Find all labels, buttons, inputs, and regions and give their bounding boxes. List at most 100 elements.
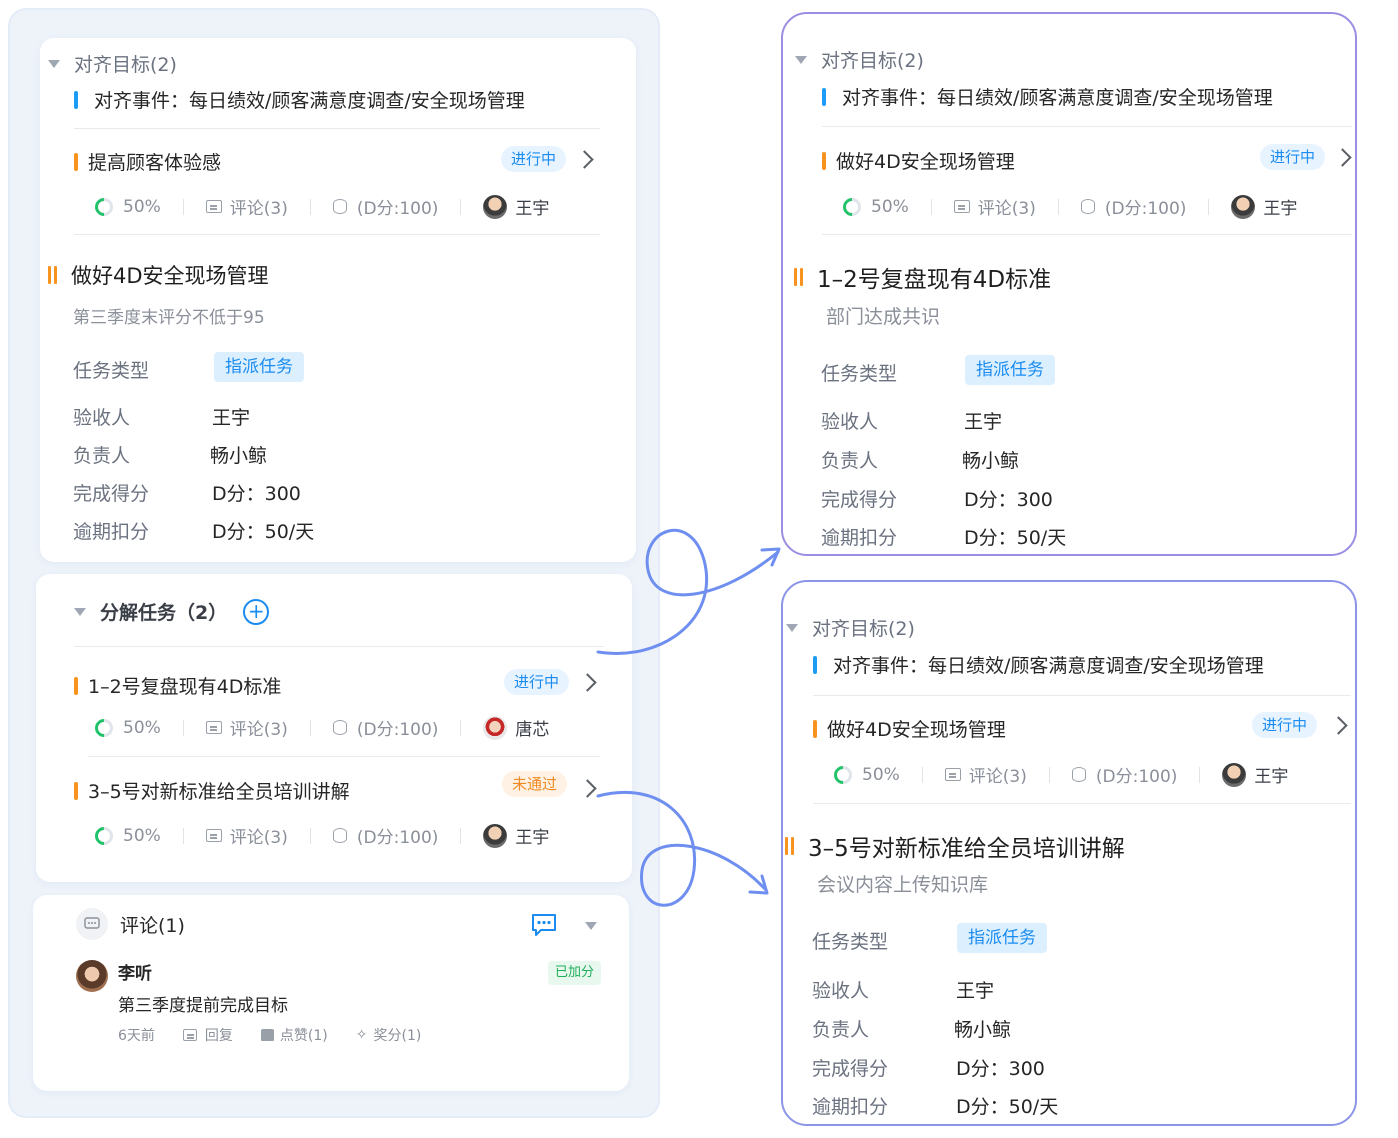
comment-bubble-icon bbox=[76, 908, 108, 940]
field-value-acceptor: 王宇 bbox=[956, 980, 995, 1002]
collapse-triangle-icon[interactable] bbox=[585, 922, 597, 930]
subtask-desc: 部门达成共识 bbox=[826, 306, 941, 328]
field-label-complete-score: 完成得分 bbox=[821, 489, 898, 511]
field-value-overdue: D分：50/天 bbox=[964, 527, 1067, 549]
progress-text: 50% bbox=[123, 196, 161, 217]
task-meta: 50% 评论(3) (D分:100) 王宇 bbox=[839, 193, 1297, 220]
score-text: (D分:100) bbox=[1104, 199, 1187, 219]
field-label-owner: 负责人 bbox=[812, 1019, 870, 1041]
subtask-name[interactable]: 1–2号复盘现有4D标准 bbox=[88, 672, 281, 699]
thumbs-up-icon bbox=[260, 1029, 274, 1041]
comment-actions: 6天前 回复 点赞(1) ✧ 奖分(1) bbox=[118, 1025, 449, 1045]
arrow-head-2 bbox=[748, 874, 769, 895]
comment-count[interactable]: 评论(3) bbox=[978, 194, 1036, 219]
field-label-overdue: 逾期扣分 bbox=[73, 521, 150, 543]
divider bbox=[813, 803, 1351, 804]
field-value-overdue: D分：50/天 bbox=[956, 1096, 1059, 1118]
score-icon bbox=[1080, 199, 1095, 214]
field-label-acceptor: 验收人 bbox=[73, 407, 131, 429]
divider bbox=[822, 234, 1352, 235]
score-text: (D分:100) bbox=[356, 720, 439, 740]
like-button[interactable]: 点赞(1) bbox=[260, 1025, 328, 1045]
score-text: (D分:100) bbox=[356, 828, 439, 848]
add-comment-icon[interactable] bbox=[530, 912, 558, 942]
avatar bbox=[483, 715, 508, 740]
comment-count[interactable]: 评论(3) bbox=[230, 823, 288, 848]
field-label-overdue: 逾期扣分 bbox=[812, 1096, 889, 1118]
field-label-complete-score: 完成得分 bbox=[812, 1058, 889, 1080]
priority-marker bbox=[822, 151, 826, 170]
subtask-title: 1–2号复盘现有4D标准 bbox=[817, 267, 1052, 293]
comment-icon bbox=[205, 200, 222, 213]
reward-icon: ✧ bbox=[355, 1027, 368, 1043]
comment-count[interactable]: 评论(3) bbox=[230, 194, 288, 219]
reply-icon bbox=[182, 1029, 197, 1041]
field-value-complete-score: D分：300 bbox=[964, 489, 1053, 511]
collapse-triangle-icon[interactable] bbox=[48, 59, 60, 68]
event-marker bbox=[74, 90, 78, 109]
comment-icon bbox=[953, 200, 970, 213]
event-marker bbox=[822, 87, 826, 106]
field-label-owner: 负责人 bbox=[73, 445, 131, 467]
parent-task-name[interactable]: 做好4D安全现场管理 bbox=[827, 715, 1006, 742]
status-badge: 进行中 bbox=[1252, 712, 1318, 738]
subtask-row[interactable]: 3–5号对新标准给全员培训讲解 bbox=[74, 777, 350, 804]
collapse-triangle-icon[interactable] bbox=[786, 623, 798, 632]
priority-marker bbox=[74, 152, 78, 171]
divider bbox=[74, 646, 604, 647]
reward-button[interactable]: ✧ 奖分(1) bbox=[356, 1025, 422, 1045]
task-type-tag: 指派任务 bbox=[965, 355, 1055, 385]
field-label-type: 任务类型 bbox=[821, 363, 898, 385]
collapse-triangle-icon[interactable] bbox=[795, 55, 807, 64]
task-meta: 50% 评论(3) (D分:100) 唐芯 bbox=[91, 714, 549, 741]
add-subtask-icon[interactable]: + bbox=[243, 598, 270, 625]
parent-task-name[interactable]: 做好4D安全现场管理 bbox=[836, 147, 1015, 174]
aligned-task-name[interactable]: 提高顾客体验感 bbox=[88, 148, 221, 175]
breakdown-header[interactable]: 分解任务（2） + bbox=[74, 598, 270, 625]
parent-task-row[interactable]: 做好4D安全现场管理 bbox=[822, 147, 1015, 174]
task-meta: 50% 评论(3) (D分:100) 王宇 bbox=[91, 822, 550, 849]
priority-high-icon bbox=[48, 266, 57, 284]
comment-text: 第三季度提前完成目标 bbox=[118, 996, 288, 1016]
task-meta: 50% 评论(3) (D分:100) 王宇 bbox=[91, 193, 549, 220]
score-text: (D分:100) bbox=[356, 199, 439, 219]
divider bbox=[88, 756, 600, 757]
align-section-title: 对齐目标(2) bbox=[812, 618, 915, 640]
event-marker bbox=[813, 655, 817, 674]
align-section-header[interactable]: 对齐目标(2) bbox=[786, 614, 915, 641]
align-section-title: 对齐目标(2) bbox=[821, 50, 924, 72]
progress-text: 50% bbox=[862, 764, 900, 785]
bonus-badge: 已加分 bbox=[548, 961, 602, 985]
comment-count[interactable]: 评论(3) bbox=[969, 762, 1027, 787]
field-value-owner: 畅小鲸 bbox=[210, 445, 268, 467]
subtask-title: 3–5号对新标准给全员培训讲解 bbox=[808, 836, 1125, 862]
score-icon bbox=[332, 720, 347, 735]
align-event-text: 对齐事件：每日绩效/顾客满意度调查/安全现场管理 bbox=[94, 90, 525, 112]
avatar bbox=[483, 823, 508, 848]
progress-ring-icon bbox=[91, 822, 117, 849]
priority-high-icon bbox=[794, 268, 803, 286]
field-label-acceptor: 验收人 bbox=[812, 980, 870, 1002]
aligned-task-row[interactable]: 提高顾客体验感 bbox=[74, 148, 221, 175]
comments-title: 评论(1) bbox=[120, 914, 185, 937]
progress-ring-icon bbox=[830, 761, 856, 788]
progress-text: 50% bbox=[871, 196, 909, 217]
score-text: (D分:100) bbox=[1095, 767, 1178, 787]
task-meta: 50% 评论(3) (D分:100) 王宇 bbox=[830, 761, 1288, 788]
align-event: 对齐事件：每日绩效/顾客满意度调查/安全现场管理 bbox=[74, 86, 525, 113]
subtask-row[interactable]: 1–2号复盘现有4D标准 bbox=[74, 672, 281, 699]
priority-marker bbox=[813, 719, 817, 738]
reply-button[interactable]: 回复 bbox=[182, 1025, 233, 1045]
comment-count[interactable]: 评论(3) bbox=[230, 715, 288, 740]
subtask-desc: 会议内容上传知识库 bbox=[817, 874, 989, 896]
comments-header: 评论(1) bbox=[76, 908, 185, 940]
score-icon bbox=[1071, 767, 1086, 782]
collapse-triangle-icon[interactable] bbox=[74, 607, 86, 616]
align-section-header[interactable]: 对齐目标(2) bbox=[795, 46, 924, 73]
parent-task-row[interactable]: 做好4D安全现场管理 bbox=[813, 715, 1006, 742]
align-section-header[interactable]: 对齐目标(2) bbox=[48, 50, 177, 77]
subtask-name[interactable]: 3–5号对新标准给全员培训讲解 bbox=[88, 777, 350, 804]
owner-name: 王宇 bbox=[515, 828, 550, 848]
divider bbox=[813, 695, 1351, 696]
progress-text: 50% bbox=[123, 717, 161, 738]
